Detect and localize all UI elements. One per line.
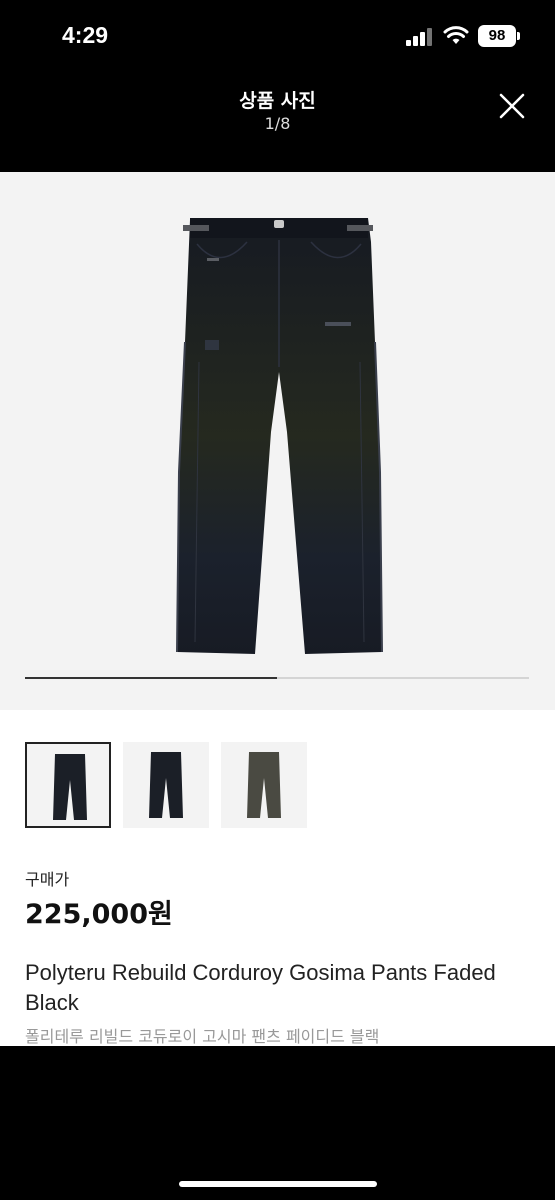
page-title: 상품 사진 — [239, 90, 316, 112]
status-bar: 4:29 98 — [0, 0, 555, 72]
product-name: Polyteru Rebuild Corduroy Gosima Pants F… — [25, 960, 496, 1015]
price-label: 구매가 — [25, 870, 70, 889]
thumbnail-pants-image — [247, 752, 281, 818]
photo-counter: 1/8 — [264, 114, 291, 133]
battery-cap — [517, 32, 520, 40]
photo-progress-fill — [25, 677, 277, 679]
wifi-icon — [443, 26, 469, 44]
signal-icon — [406, 28, 432, 46]
battery-icon: 98 — [478, 25, 516, 47]
thumbnail-pants-image — [53, 754, 87, 820]
photo-progress — [25, 677, 529, 679]
product-photo[interactable] — [175, 212, 385, 657]
product-detail: 구매가 225,000원 Polyteru Rebuild Corduroy G… — [0, 172, 555, 1046]
thumbnail-pants-image — [149, 752, 183, 818]
home-indicator — [179, 1181, 377, 1187]
photo-viewer[interactable] — [0, 172, 555, 710]
thumbnail-strip — [25, 742, 325, 828]
thumbnail-3[interactable] — [221, 742, 307, 828]
header: 상품 사진 1/8 — [0, 72, 555, 172]
close-icon[interactable] — [492, 86, 532, 126]
thumbnail-2[interactable] — [123, 742, 209, 828]
product-name-korean: 폴리테루 리빌드 코듀로이 고시마 팬츠 페이디드 블랙 — [25, 1027, 380, 1046]
status-time: 4:29 — [62, 22, 109, 48]
thumbnail-1[interactable] — [25, 742, 111, 828]
price-value: 225,000원 — [25, 899, 173, 930]
